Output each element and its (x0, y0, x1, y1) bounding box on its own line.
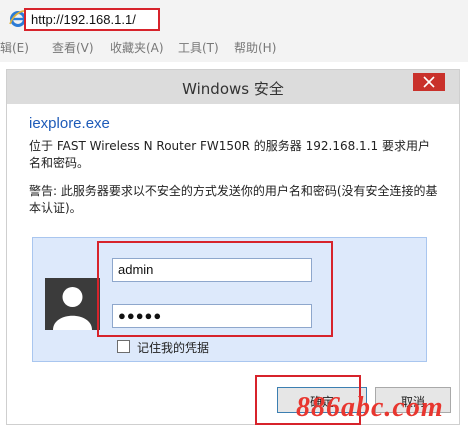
dialog-title: Windows 安全 (182, 80, 284, 98)
credentials-panel: admin ●●●●● 记住我的凭据 (32, 237, 427, 362)
address-url: http://192.168.1.1/ (31, 12, 136, 27)
browser-toolbar: http://192.168.1.1/ 辑(E) 查看(V) 收藏夹(A) 工具… (0, 0, 468, 62)
dialog-titlebar: Windows 安全 (7, 70, 459, 104)
address-bar[interactable]: http://192.168.1.1/ (24, 8, 160, 31)
windows-security-dialog: Windows 安全 iexplore.exe 位于 FAST Wireless… (6, 69, 460, 425)
remember-checkbox[interactable] (117, 340, 130, 353)
remember-label: 记住我的凭据 (137, 341, 210, 355)
site-watermark: 886abc.com (296, 392, 444, 423)
menu-edit[interactable]: 辑(E) (0, 39, 29, 56)
menu-favorites[interactable]: 收藏夹(A) (110, 39, 164, 56)
username-input[interactable]: admin (112, 258, 312, 282)
requesting-app-name: iexplore.exe (29, 115, 110, 132)
auth-message: 位于 FAST Wireless N Router FW150R 的服务器 19… (29, 139, 430, 170)
menu-view[interactable]: 查看(V) (52, 39, 94, 56)
security-warning: 警告: 此服务器要求以不安全的方式发送你的用户名和密码(没有安全连接的基本认证)… (29, 184, 438, 215)
menu-help[interactable]: 帮助(H) (234, 39, 276, 56)
menu-tools[interactable]: 工具(T) (178, 39, 219, 56)
close-button[interactable] (413, 73, 445, 91)
close-icon (423, 76, 435, 88)
menu-bar: 辑(E) 查看(V) 收藏夹(A) 工具(T) 帮助(H) (0, 36, 468, 58)
password-input[interactable]: ●●●●● (112, 304, 312, 328)
user-avatar-icon (45, 278, 100, 330)
